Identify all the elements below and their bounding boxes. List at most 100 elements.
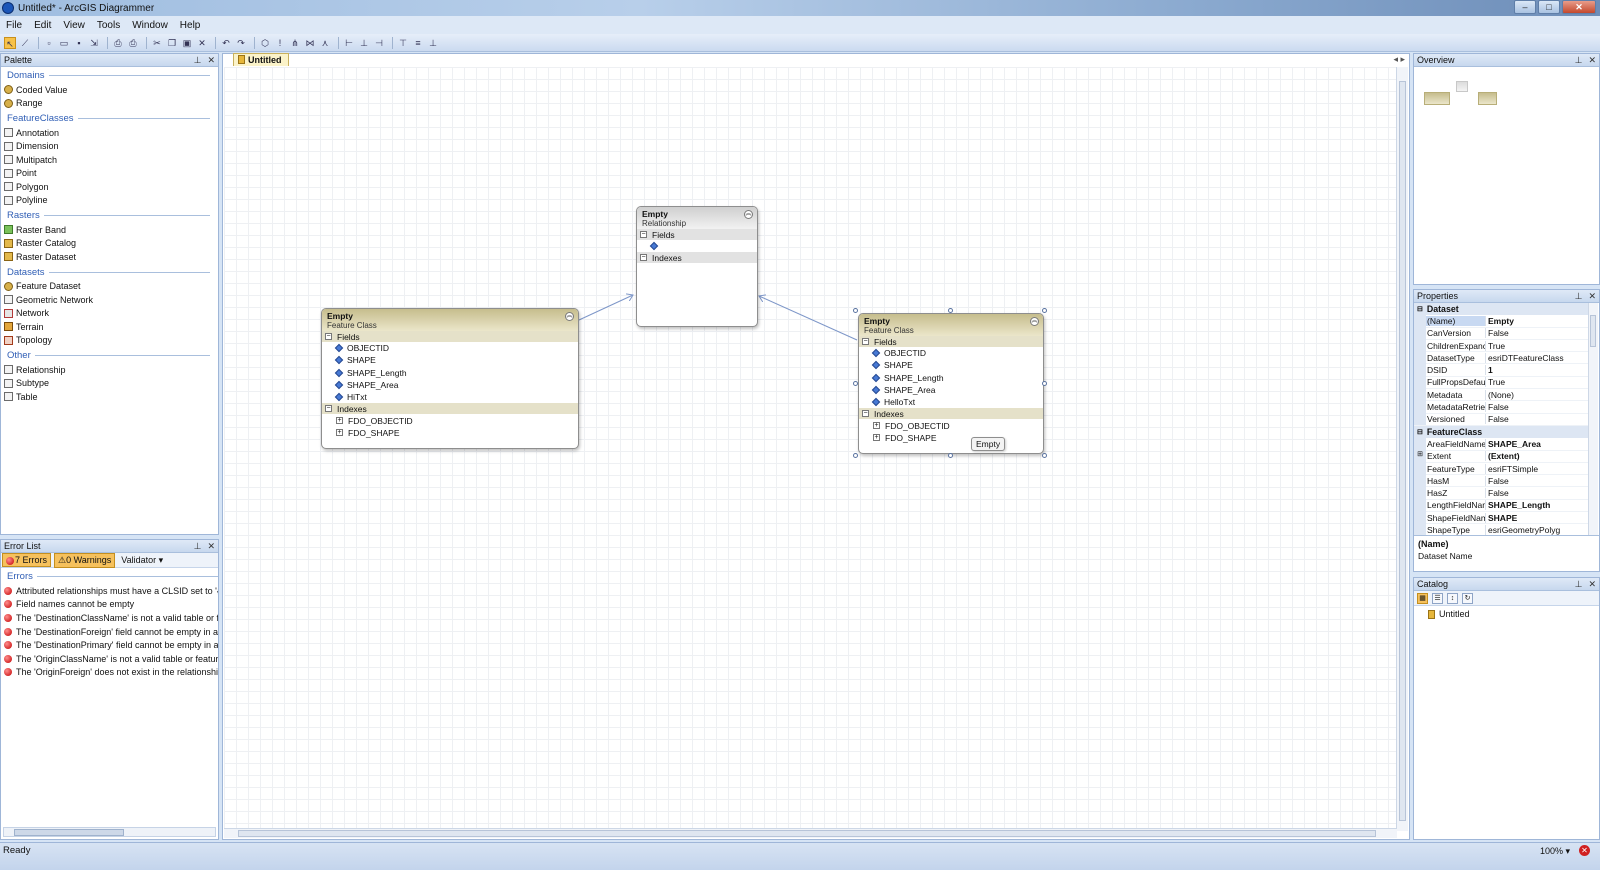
selection-handle[interactable] xyxy=(948,453,953,458)
index-row[interactable]: + FDO_OBJECTID xyxy=(859,419,1043,431)
feature-class-entity-selected[interactable]: Empty Feature Class ︽ − Fields OBJECTID S… xyxy=(858,313,1044,454)
field-row[interactable]: SHAPE_Area xyxy=(859,384,1043,396)
zoom-dropdown[interactable]: 100% ▾ xyxy=(1540,846,1570,857)
menu-view[interactable]: View xyxy=(63,20,85,31)
palette-item-range[interactable]: Range xyxy=(1,97,218,111)
field-row[interactable]: HelloTxt xyxy=(859,396,1043,408)
palette-item-annotation[interactable]: Annotation xyxy=(1,126,218,140)
property-row[interactable]: LengthFieldNam SHAPE_Length xyxy=(1414,499,1589,513)
errors-filter-button[interactable]: 7 Errors xyxy=(2,553,52,567)
error-row[interactable]: The 'DestinationClassName' is not a vali… xyxy=(1,611,218,625)
palette-item-topology[interactable]: Topology xyxy=(1,334,218,348)
menu-tools[interactable]: Tools xyxy=(97,20,120,31)
error-row[interactable]: Attributed relationships must have a CLS… xyxy=(1,584,218,598)
index-row[interactable]: + FDO_SHAPE xyxy=(322,427,578,439)
error-list-hscrollbar[interactable] xyxy=(3,827,216,837)
property-value[interactable]: SHAPE xyxy=(1486,513,1589,523)
warnings-filter-button[interactable]: ⚠0 Warnings xyxy=(54,552,116,568)
close-icon[interactable]: ✕ xyxy=(1588,579,1596,589)
layout-hier-icon[interactable]: ⋏ xyxy=(319,37,331,49)
palette-item-subtype[interactable]: Subtype xyxy=(1,377,218,391)
export-icon[interactable]: ⇲ xyxy=(88,37,100,49)
entity-header[interactable]: Empty Relationship ︽ xyxy=(637,207,757,229)
scroll-thumb[interactable] xyxy=(1590,315,1596,347)
palette-item-polyline[interactable]: Polyline xyxy=(1,194,218,208)
close-icon[interactable]: ✕ xyxy=(1588,55,1596,65)
align-left-icon[interactable]: ⊢ xyxy=(343,37,355,49)
canvas-vscrollbar[interactable] xyxy=(1396,67,1408,831)
overview-thumbnail-entity[interactable] xyxy=(1456,81,1468,92)
field-row[interactable]: SHAPE xyxy=(322,354,578,366)
menu-help[interactable]: Help xyxy=(180,20,201,31)
align-middle-icon[interactable]: ≡ xyxy=(412,37,424,49)
palette-item-dimension[interactable]: Dimension xyxy=(1,140,218,154)
link-tool-icon[interactable]: ⟋ xyxy=(19,37,31,49)
align-right-icon[interactable]: ⊣ xyxy=(373,37,385,49)
property-value[interactable]: esriDTFeatureClass xyxy=(1486,353,1589,363)
field-row[interactable]: SHAPE xyxy=(859,359,1043,371)
menu-edit[interactable]: Edit xyxy=(34,20,51,31)
plus-icon[interactable]: + xyxy=(873,422,880,430)
pin-icon[interactable]: ⊥ xyxy=(1575,55,1583,65)
collapse-icon[interactable]: ︽ xyxy=(744,210,753,219)
canvas-hscrollbar[interactable] xyxy=(224,828,1397,838)
fields-section[interactable]: − Fields xyxy=(322,331,578,342)
minus-icon[interactable]: − xyxy=(325,333,332,340)
minimize-button[interactable]: – xyxy=(1514,0,1536,14)
entity-header[interactable]: Empty Feature Class ︽ xyxy=(859,314,1043,336)
validate-icon[interactable]: ⬡ xyxy=(259,37,271,49)
property-row[interactable]: AreaFieldName SHAPE_Area xyxy=(1414,437,1589,451)
property-row[interactable]: DatasetType esriDTFeatureClass xyxy=(1414,351,1589,365)
selection-handle[interactable] xyxy=(948,308,953,313)
property-value[interactable]: 1 xyxy=(1486,365,1589,375)
close-button[interactable]: ✕ xyxy=(1562,0,1596,14)
palette-item-geometric-network[interactable]: Geometric Network xyxy=(1,293,218,307)
scroll-thumb[interactable] xyxy=(238,830,1376,837)
property-value[interactable]: SHAPE_Area xyxy=(1486,439,1589,449)
property-row[interactable]: ShapeType esriGeometryPolyg xyxy=(1414,523,1589,535)
pointer-tool-icon[interactable]: ↖ xyxy=(4,36,16,49)
plus-icon[interactable]: + xyxy=(336,417,343,425)
pin-icon[interactable]: ⊥ xyxy=(1575,579,1583,589)
error-row[interactable]: The 'OriginForeign' does not exist in th… xyxy=(1,666,218,680)
feature-class-entity[interactable]: Empty Feature Class ︽ − Fields OBJECTID S… xyxy=(321,308,579,449)
expand-icon[interactable]: ⊞ xyxy=(1414,450,1426,463)
minus-icon[interactable]: − xyxy=(640,231,647,238)
palette-item-multipatch[interactable]: Multipatch xyxy=(1,153,218,167)
sort-icon[interactable]: ↕ xyxy=(1447,592,1458,604)
pin-icon[interactable]: ⊥ xyxy=(194,541,202,551)
stop-icon[interactable]: ✕ xyxy=(1579,845,1590,856)
new-icon[interactable]: ▫ xyxy=(43,37,55,49)
property-category[interactable]: ⊟ Dataset xyxy=(1414,303,1589,316)
maximize-button[interactable]: □ xyxy=(1538,0,1560,14)
property-row[interactable]: Versioned False xyxy=(1414,413,1589,426)
selection-handle[interactable] xyxy=(1042,308,1047,313)
error-row[interactable]: Field names cannot be empty xyxy=(1,598,218,612)
property-value[interactable]: True xyxy=(1486,341,1589,351)
selection-handle[interactable] xyxy=(853,308,858,313)
palette-item-point[interactable]: Point xyxy=(1,167,218,181)
diagram-canvas[interactable]: Empty Relationship ︽ − Fields − Indexes Em… xyxy=(224,67,1397,831)
selection-handle[interactable] xyxy=(853,453,858,458)
property-value[interactable]: False xyxy=(1486,414,1589,424)
error-icon[interactable]: ! xyxy=(274,37,286,49)
property-row[interactable]: DSID 1 xyxy=(1414,363,1589,377)
field-row[interactable]: OBJECTID xyxy=(322,342,578,354)
property-row[interactable]: ShapeFieldNameSHAPE xyxy=(1414,511,1589,525)
menu-file[interactable]: File xyxy=(6,20,22,31)
error-row[interactable]: The 'DestinationForeign' field cannot be… xyxy=(1,625,218,639)
field-row[interactable]: HiTxt xyxy=(322,391,578,403)
property-value[interactable]: esriGeometryPolyg xyxy=(1486,525,1589,535)
property-row[interactable]: HasM False xyxy=(1414,474,1589,488)
property-value[interactable]: SHAPE_Length xyxy=(1486,500,1589,510)
indexes-section[interactable]: − Indexes xyxy=(637,252,757,264)
error-row[interactable]: The 'OriginClassName' is not a valid tab… xyxy=(1,652,218,666)
property-row[interactable]: ChildrenExpanc True xyxy=(1414,339,1589,353)
menu-window[interactable]: Window xyxy=(132,20,168,31)
index-row[interactable]: + FDO_OBJECTID xyxy=(322,414,578,426)
list-icon[interactable]: ☰ xyxy=(1432,592,1443,604)
palette-item-raster-dataset[interactable]: Raster Dataset xyxy=(1,250,218,264)
print-preview-icon[interactable]: ⎙ xyxy=(112,37,124,49)
fields-section[interactable]: − Fields xyxy=(859,336,1043,347)
plus-icon[interactable]: + xyxy=(336,429,343,437)
